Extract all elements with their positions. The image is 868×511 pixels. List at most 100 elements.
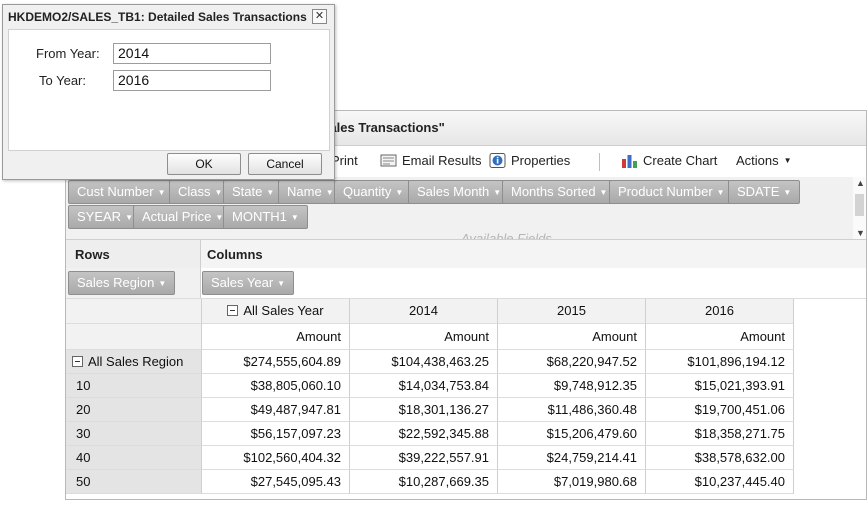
field-chip[interactable]: Name ▼: [278, 180, 343, 204]
amount-cell-text: $10,287,669.35: [398, 474, 489, 489]
amount-cell: $10,287,669.35: [350, 470, 498, 494]
field-chip-label: Sales Month: [417, 184, 490, 199]
region-row-header: 30: [66, 422, 202, 446]
year-header: 2014: [350, 299, 498, 324]
actions-label: Actions: [736, 153, 779, 168]
column-field-chip[interactable]: Sales Year ▼: [202, 271, 295, 295]
field-chip[interactable]: Sales Month ▼: [408, 180, 511, 204]
amount-cell-text: $104,438,463.25: [391, 354, 489, 369]
measure-header: Amount: [350, 324, 498, 350]
amount-cell: $49,487,947.81: [202, 398, 350, 422]
measure-header-text: Amount: [296, 329, 341, 344]
amount-cell-text: $101,896,194.12: [687, 354, 785, 369]
scroll-up-icon[interactable]: ▲: [856, 178, 865, 188]
amount-cell-text: $56,157,097.23: [250, 426, 341, 441]
amount-cell-text: $11,486,360.48: [547, 402, 637, 417]
caret-down-icon: ▼: [266, 188, 275, 197]
region-row-header[interactable]: All Sales Region: [66, 350, 202, 374]
amount-cell: $56,157,097.23: [202, 422, 350, 446]
field-chip[interactable]: Quantity ▼: [334, 180, 413, 204]
field-chip[interactable]: SDATE ▼: [728, 180, 801, 204]
amount-cell-text: $18,358,271.75: [694, 426, 785, 441]
caret-down-icon: ▼: [493, 188, 502, 197]
amount-cell-text: $102,560,404.32: [243, 450, 341, 465]
amount-cell: $14,034,753.84: [350, 374, 498, 398]
field-chip-label: Quantity: [343, 184, 392, 199]
caret-down-icon: ▼: [599, 188, 608, 197]
amount-cell: $102,560,404.32: [202, 446, 350, 470]
print-label: Print: [331, 153, 358, 168]
year-header-text: 2014: [409, 303, 438, 318]
measure-header-text: Amount: [740, 329, 785, 344]
amount-cell-text: $10,237,445.40: [694, 474, 785, 489]
create-chart-label: Create Chart: [643, 153, 718, 168]
caret-down-icon: ▼: [783, 156, 792, 165]
amount-cell-text: $49,487,947.81: [250, 402, 341, 417]
caret-down-icon: ▼: [157, 188, 166, 197]
email-results-button[interactable]: Email Results: [380, 153, 481, 168]
field-chip[interactable]: Actual Price ▼: [133, 205, 233, 229]
amount-cell-text: $14,034,753.84: [398, 378, 489, 393]
amount-cell-text: $27,545,095.43: [250, 474, 341, 489]
field-chip-label: Name: [287, 184, 322, 199]
amount-cell-text: $38,805,060.10: [250, 378, 341, 393]
rows-columns-drop-zone: Sales Region ▼ Sales Year ▼: [66, 268, 866, 299]
available-fields-hint: Available Fields: [461, 231, 552, 239]
amount-cell: $101,896,194.12: [646, 350, 794, 374]
field-chip[interactable]: Cust Number ▼: [68, 180, 175, 204]
amount-cell: $15,021,393.91: [646, 374, 794, 398]
field-chip[interactable]: Months Sorted ▼: [502, 180, 617, 204]
to-year-label: To Year:: [39, 73, 86, 88]
from-year-input[interactable]: [113, 43, 271, 64]
collapse-icon[interactable]: [72, 356, 83, 367]
caret-down-icon: ▼: [290, 213, 299, 222]
measure-header: Amount: [498, 324, 646, 350]
close-icon[interactable]: ✕: [312, 9, 327, 24]
field-chip-label: Product Number: [618, 184, 713, 199]
to-year-input[interactable]: [113, 70, 271, 91]
amount-cell: $18,358,271.75: [646, 422, 794, 446]
properties-button[interactable]: Properties: [489, 153, 570, 168]
region-row-header-text: All Sales Region: [88, 354, 184, 369]
print-button[interactable]: Print: [331, 153, 358, 168]
rows-header: Rows: [66, 240, 201, 269]
ok-button[interactable]: OK: [167, 153, 241, 175]
field-chip[interactable]: MONTH1 ▼: [223, 205, 308, 229]
scroll-thumb[interactable]: [855, 194, 864, 216]
field-chip[interactable]: Product Number ▼: [609, 180, 734, 204]
email-icon: [380, 154, 397, 167]
pivot-corner: [66, 299, 202, 324]
measure-header-text: Amount: [444, 329, 489, 344]
field-chip-label: State: [232, 184, 263, 199]
info-icon: [489, 153, 506, 168]
row-field-chip[interactable]: Sales Region ▼: [68, 271, 176, 295]
year-header-text: 2016: [705, 303, 734, 318]
measure-header: Amount: [202, 324, 350, 350]
create-chart-button[interactable]: Create Chart: [621, 153, 717, 168]
region-row-header: 10: [66, 374, 202, 398]
amount-cell: $7,019,980.68: [498, 470, 646, 494]
rows-columns-header: Rows Columns: [66, 239, 866, 270]
email-results-label: Email Results: [402, 153, 482, 168]
field-chip[interactable]: SYEAR ▼: [68, 205, 142, 229]
fields-scrollbar[interactable]: ▲ ▼: [853, 177, 866, 239]
properties-label: Properties: [511, 153, 571, 168]
amount-cell-text: $9,748,912.35: [553, 378, 637, 393]
scroll-down-icon[interactable]: ▼: [856, 228, 865, 238]
actions-menu[interactable]: Actions ▼: [736, 153, 792, 168]
amount-cell: $38,805,060.10: [202, 374, 350, 398]
field-chip-label: Months Sorted: [511, 184, 596, 199]
fields-panel: Cust Number ▼ Class ▼ State ▼ Name ▼ Quantity ▼ Sa…: [66, 177, 853, 239]
columns-label: Columns: [207, 247, 263, 262]
amount-cell-text: $19,700,451.06: [694, 402, 785, 417]
cancel-button[interactable]: Cancel: [248, 153, 322, 175]
amount-cell-text: $7,019,980.68: [553, 474, 637, 489]
all-sales-year-header[interactable]: All Sales Year: [202, 299, 350, 324]
region-row-header-text: 10: [76, 378, 91, 393]
collapse-icon[interactable]: [227, 305, 239, 316]
dialog-body: From Year: To Year:: [8, 29, 330, 151]
field-chip[interactable]: State ▼: [223, 180, 284, 204]
amount-cell-text: $38,578,632.00: [694, 450, 785, 465]
field-chip-label: SYEAR: [77, 209, 122, 224]
amount-cell-text: $15,021,393.91: [694, 378, 785, 393]
